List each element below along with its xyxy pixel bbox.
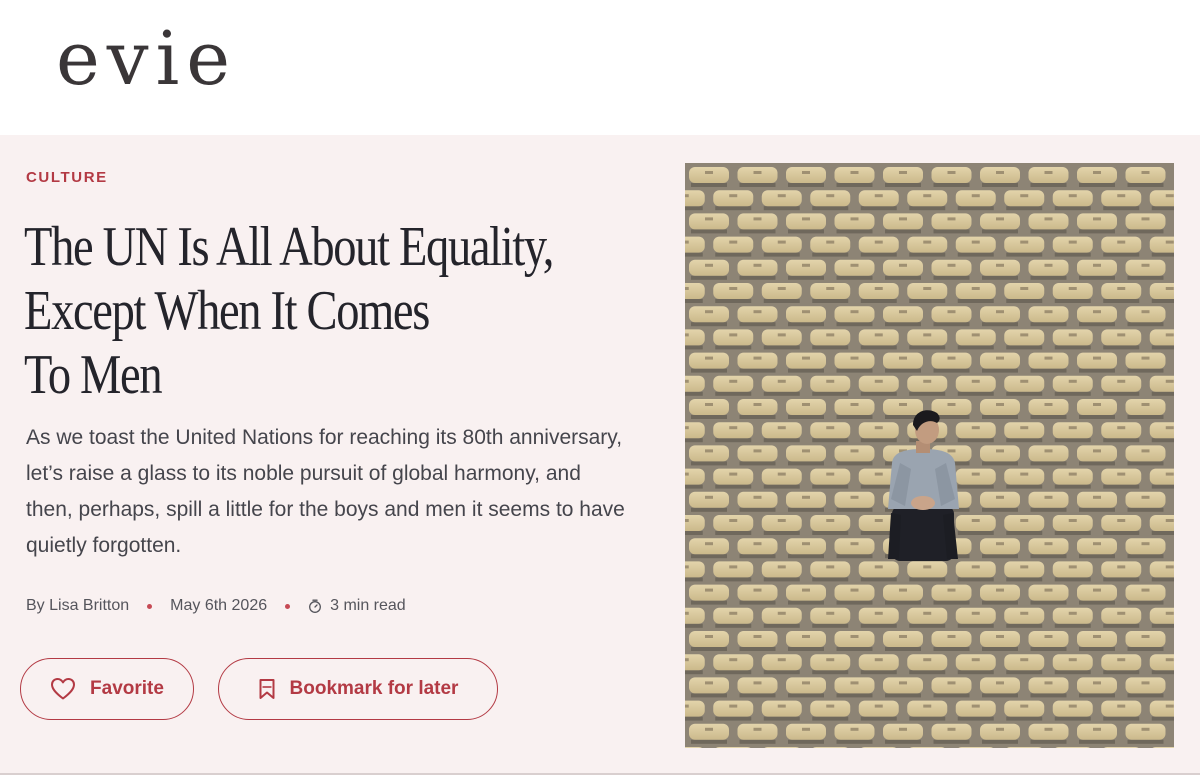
bookmark-button[interactable]: Bookmark for later (218, 658, 498, 720)
headline-line-2: Except When It Comes (24, 280, 430, 342)
favorite-button[interactable]: Favorite (20, 658, 194, 720)
bookmark-label: Bookmark for later (289, 678, 459, 699)
headline-line-3: To Men (24, 344, 163, 406)
stadium-seats-photo (685, 163, 1174, 748)
article-hero: CULTURE The UN Is All About Equality, Ex… (0, 135, 1200, 775)
article-meta: By Lisa Britton May 6th 2026 3 min read (26, 595, 406, 617)
heart-icon (51, 678, 76, 700)
bookmark-icon (259, 679, 275, 699)
read-time: 3 min read (330, 597, 406, 614)
meta-separator (147, 603, 153, 609)
favorite-label: Favorite (90, 678, 164, 699)
author-byline[interactable]: By Lisa Britton (26, 597, 129, 615)
headline-line-1: The UN Is All About Equality, (24, 216, 554, 278)
site-header: evie (0, 0, 1200, 135)
article-summary: As we toast the United Nations for reach… (26, 426, 625, 557)
publish-date: May 6th 2026 (170, 597, 268, 614)
site-logo[interactable]: evie (56, 22, 237, 96)
category-tag[interactable]: CULTURE (26, 169, 108, 186)
meta-separator (285, 603, 291, 609)
stopwatch-icon (309, 599, 322, 613)
article-image[interactable] (685, 163, 1174, 748)
article-headline: The UN Is All About Equality, Except Whe… (24, 215, 555, 407)
